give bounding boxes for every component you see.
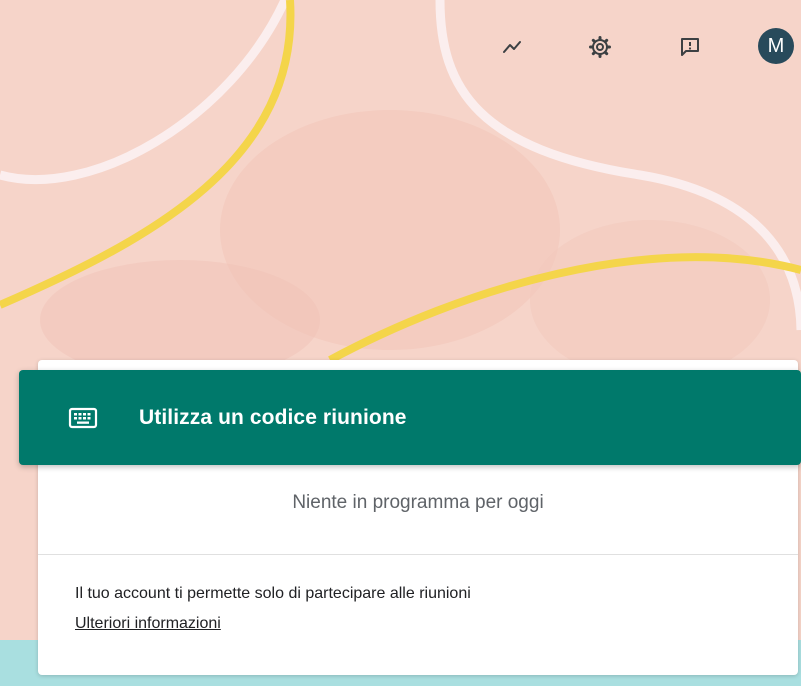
- divider: [38, 554, 798, 555]
- gear-icon: [589, 36, 611, 58]
- feedback-button[interactable]: [670, 27, 710, 67]
- feedback-icon: [681, 38, 699, 56]
- empty-schedule-message: Niente in programma per oggi: [292, 492, 544, 513]
- settings-button[interactable]: [580, 27, 620, 67]
- account-restriction-text: Il tuo account ti permette solo di parte…: [75, 585, 471, 602]
- trending-icon: [503, 41, 521, 53]
- join-with-code-button[interactable]: Utilizza un codice riunione: [19, 370, 801, 465]
- top-bar: M: [0, 0, 801, 100]
- avatar[interactable]: M: [758, 28, 794, 64]
- activity-button[interactable]: [492, 27, 532, 67]
- keyboard-icon: [65, 400, 101, 436]
- learn-more-link[interactable]: Ulteriori informazioni: [75, 615, 221, 633]
- join-with-code-label: Utilizza un codice riunione: [139, 405, 407, 429]
